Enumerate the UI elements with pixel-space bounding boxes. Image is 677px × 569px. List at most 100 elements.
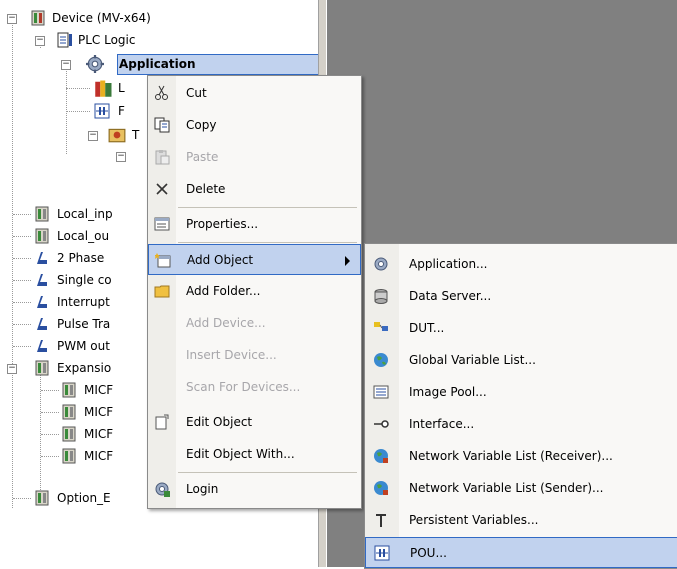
tree-connector (13, 324, 31, 325)
tree-item-device[interactable]: − Device (MV-x64) (0, 8, 320, 28)
io-module-icon (62, 382, 76, 398)
submenu-item-persistent-variables[interactable]: Persistent Variables... (365, 505, 677, 536)
pou-icon (374, 545, 390, 561)
menu-item-edit-object-with[interactable]: Edit Object With... (148, 439, 361, 470)
counter-icon (37, 252, 47, 264)
network-globe-icon (374, 449, 388, 463)
io-module-icon (62, 426, 76, 442)
menu-item-label: Edit Object (186, 415, 253, 429)
submenu-item-data-server[interactable]: Data Server... (365, 281, 677, 312)
io-module-icon (62, 448, 76, 464)
delete-x-icon (156, 183, 168, 195)
library-books-icon (95, 80, 112, 97)
application-gear-icon (86, 55, 104, 73)
scissors-icon (155, 85, 168, 100)
io-module-icon (35, 228, 49, 244)
submenu-item-image-pool[interactable]: Image Pool... (365, 377, 677, 408)
submenu-item-interface[interactable]: Interface... (365, 409, 677, 440)
tree-connector (13, 236, 31, 237)
tree-connector (41, 390, 59, 391)
tree-item-label: L (118, 81, 125, 95)
submenu-item-dut[interactable]: DUT... (365, 313, 677, 344)
folder-icon (154, 285, 170, 298)
tree-connector (41, 456, 59, 457)
counter-icon (37, 340, 47, 352)
menu-item-label: DUT... (409, 321, 445, 335)
tree-item-label: Expansio (57, 361, 112, 375)
tree-connector (13, 258, 31, 259)
login-icon (155, 482, 170, 497)
add-object-submenu: Application... Data Server... DUT... Glo… (364, 243, 677, 569)
tree-item-label: MICF (84, 449, 114, 463)
collapse-icon[interactable]: − (88, 131, 98, 141)
tree-item-label: MICF (84, 383, 114, 397)
tree-item-label: Interrupt (57, 295, 110, 309)
menu-item-add-device[interactable]: Add Device... (148, 308, 361, 339)
tree-item-label: T (132, 128, 140, 142)
menu-item-label: Paste (186, 150, 219, 164)
dut-icon (374, 322, 388, 331)
menu-item-properties[interactable]: Properties... (148, 209, 361, 240)
application-gear-icon (374, 257, 388, 271)
io-module-icon (35, 206, 49, 222)
submenu-item-nvl-receiver[interactable]: Network Variable List (Receiver)... (365, 441, 677, 472)
submenu-item-pou[interactable]: POU... (365, 537, 677, 568)
collapse-icon[interactable]: − (35, 36, 45, 46)
submenu-item-global-variable-list[interactable]: Global Variable List... (365, 345, 677, 376)
tree-connector (41, 434, 59, 435)
menu-item-label: Add Object (187, 253, 254, 267)
tree-item-label: Device (MV-x64) (52, 11, 151, 25)
edit-object-icon (155, 414, 169, 430)
submenu-item-nvl-sender[interactable]: Network Variable List (Sender)... (365, 473, 677, 504)
menu-item-label: Application... (409, 257, 488, 271)
submenu-item-application[interactable]: Application... (365, 249, 677, 280)
menu-item-scan-for-devices[interactable]: Scan For Devices... (148, 372, 361, 403)
menu-item-add-folder[interactable]: Add Folder... (148, 276, 361, 307)
menu-item-label: Properties... (186, 217, 259, 231)
tree-connector (66, 111, 90, 112)
tree-connector (66, 88, 90, 89)
tree-connector (13, 302, 31, 303)
menu-item-insert-device[interactable]: Insert Device... (148, 340, 361, 371)
menu-item-label: Login (186, 482, 219, 496)
tree-item-label: PWM out (57, 339, 110, 353)
menu-item-label: Cut (186, 86, 207, 100)
collapse-icon[interactable]: − (7, 364, 17, 374)
menu-item-label: Data Server... (409, 289, 492, 303)
collapse-icon[interactable]: − (61, 60, 71, 70)
menu-separator (178, 207, 357, 208)
menu-item-label: Network Variable List (Sender)... (409, 481, 604, 495)
device-icon (31, 10, 45, 26)
tree-item-label: MICF (84, 405, 114, 419)
tree-item-label: Single co (57, 273, 112, 287)
data-server-icon (374, 289, 388, 304)
menu-item-login[interactable]: Login (148, 474, 361, 505)
task-config-icon (108, 128, 126, 143)
menu-item-label: Edit Object With... (186, 447, 295, 461)
tree-item-label: Pulse Tra (57, 317, 111, 331)
counter-icon (37, 318, 47, 330)
menu-item-label: Scan For Devices... (186, 380, 301, 394)
menu-item-copy[interactable]: Copy (148, 110, 361, 141)
menu-item-label: Global Variable List... (409, 353, 536, 367)
menu-item-add-object[interactable]: Add Object (148, 244, 361, 275)
menu-item-cut[interactable]: Cut (148, 78, 361, 109)
add-object-icon (155, 253, 171, 268)
menu-separator (178, 242, 357, 243)
tree-item-plc-logic[interactable]: − PLC Logic (0, 30, 320, 50)
menu-item-label: Image Pool... (409, 385, 487, 399)
interface-icon (374, 420, 389, 428)
tree-item-label: F (118, 104, 125, 118)
menu-item-label: Add Folder... (186, 284, 261, 298)
tree-item-application[interactable]: − Application (0, 54, 320, 74)
io-module-icon (35, 360, 49, 376)
io-module-icon (62, 404, 76, 420)
menu-item-paste[interactable]: Paste (148, 142, 361, 173)
collapse-icon[interactable]: − (116, 152, 126, 162)
tree-item-label: Local_inp (57, 207, 113, 221)
tree-item-label: Local_ou (57, 229, 110, 243)
collapse-icon[interactable]: − (7, 14, 17, 24)
menu-item-edit-object[interactable]: Edit Object (148, 407, 361, 438)
menu-item-delete[interactable]: Delete (148, 174, 361, 205)
tree-connector (13, 214, 31, 215)
